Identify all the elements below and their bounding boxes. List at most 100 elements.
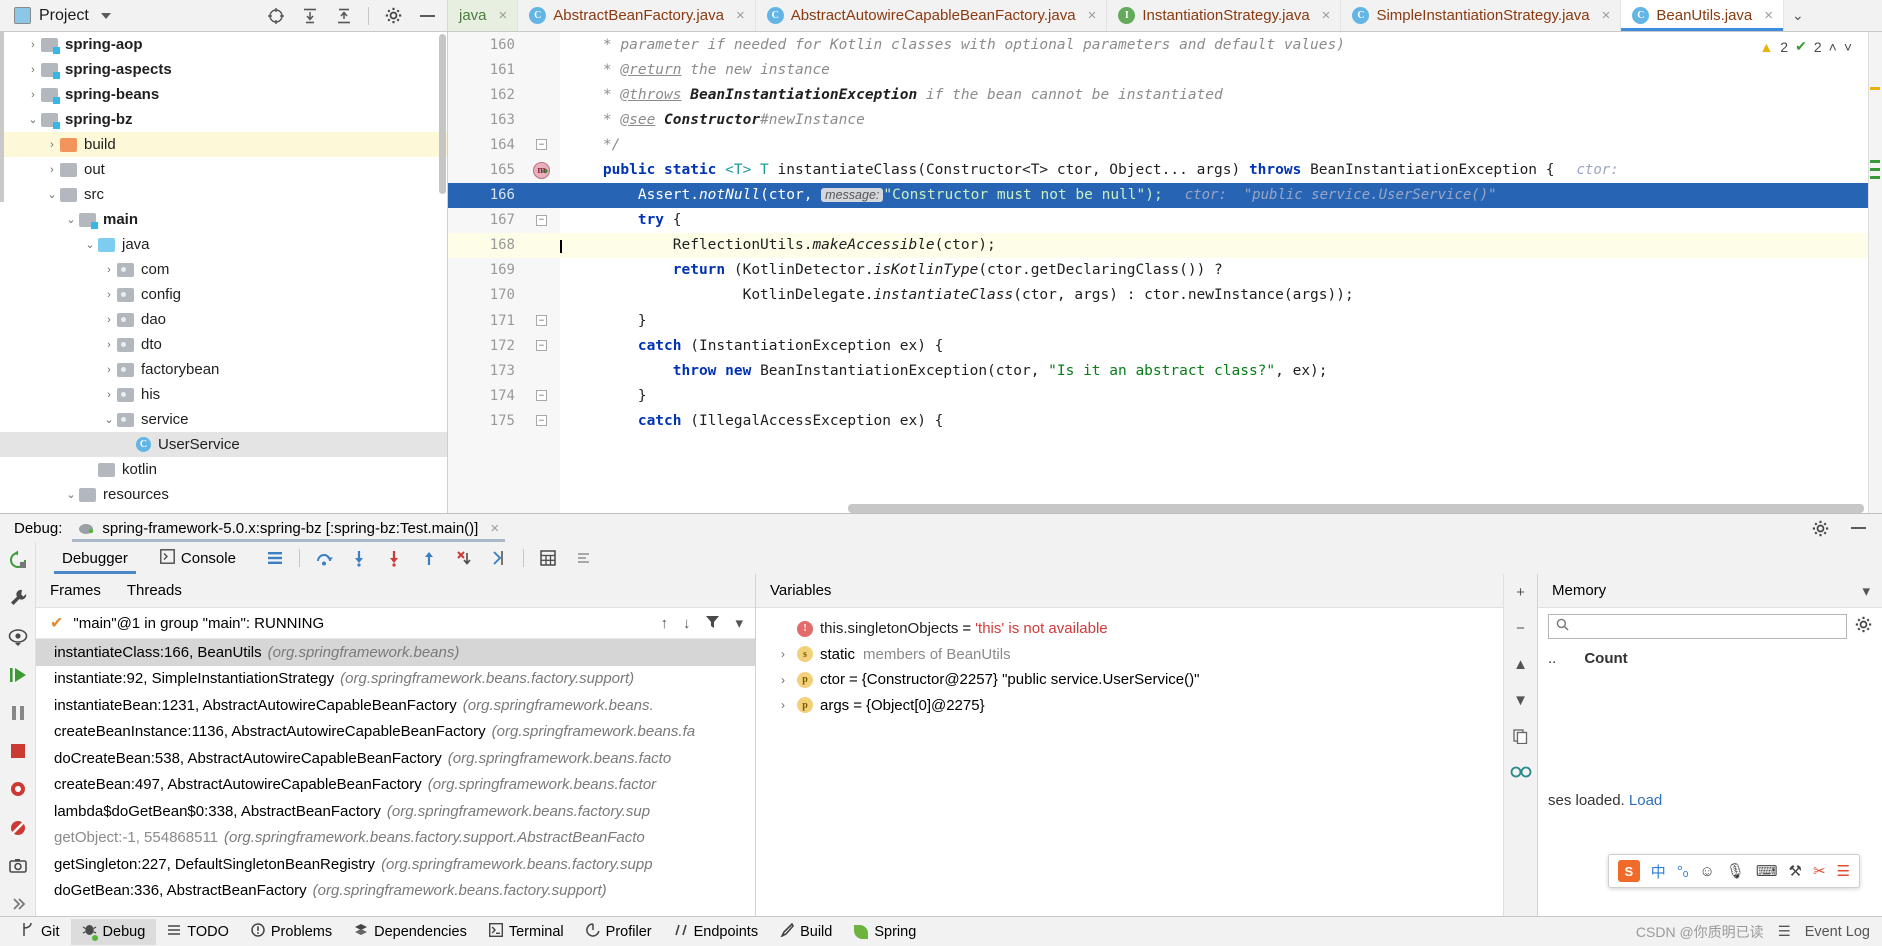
minimize-icon[interactable] — [1848, 518, 1868, 538]
locate-icon[interactable] — [266, 6, 286, 26]
drop-frame-icon[interactable] — [453, 547, 475, 569]
expand-all-icon[interactable] — [300, 6, 320, 26]
statusbar-item-endpoints[interactable]: Endpoints — [663, 919, 770, 945]
settings-gear-icon[interactable] — [1810, 518, 1830, 538]
gutter-marker[interactable]: − — [523, 340, 560, 352]
chevron-right-icon[interactable]: › — [101, 389, 117, 401]
fold-marker-icon[interactable]: − — [536, 214, 547, 226]
tab-console[interactable]: Console — [144, 542, 252, 574]
editor-tab-abstractbeanfactory[interactable]: C AbstractBeanFactory.java × — [518, 0, 756, 31]
sogou-ime-logo-icon[interactable]: S — [1617, 860, 1640, 882]
code-line[interactable]: 173 throw new BeanInstantiationException… — [448, 358, 1882, 383]
ime-chinese-mode-icon[interactable]: 中 — [1651, 861, 1666, 882]
ime-emoji-icon[interactable]: ☺ — [1699, 863, 1714, 880]
arrow-up-icon[interactable]: ↑ — [660, 615, 668, 632]
code-line[interactable]: 167 − try { — [448, 208, 1882, 233]
code-line[interactable]: 161 * @return the new instance — [448, 57, 1882, 82]
code-line[interactable]: 169 return (KotlinDetector.isKotlinType(… — [448, 258, 1882, 283]
tree-item-main[interactable]: ⌄ main — [0, 207, 447, 232]
statusbar-item-git[interactable]: Git — [10, 919, 71, 945]
chevron-down-icon[interactable]: ⌄ — [63, 488, 79, 501]
close-icon[interactable]: × — [1764, 7, 1773, 24]
statusbar-item-terminal[interactable]: Terminal — [478, 919, 575, 945]
memory-load-link[interactable]: Load — [1629, 792, 1662, 809]
gutter-marker[interactable]: − — [523, 415, 560, 427]
frame-row[interactable]: instantiateBean:1231, AbstractAutowireCa… — [36, 692, 755, 719]
chevron-right-icon[interactable]: › — [25, 64, 41, 76]
step-over-icon[interactable] — [313, 547, 335, 569]
dropdown-icon[interactable]: ▾ — [735, 614, 743, 632]
expand-rail-icon[interactable] — [5, 892, 31, 916]
frame-row[interactable]: doCreateBean:538, AbstractAutowireCapabl… — [36, 745, 755, 772]
frame-row[interactable]: createBean:497, AbstractAutowireCapableB… — [36, 772, 755, 799]
camera-icon[interactable] — [5, 777, 31, 801]
tree-item-spring-beans[interactable]: › spring-beans — [0, 82, 447, 107]
step-out-icon[interactable] — [418, 547, 440, 569]
force-step-into-icon[interactable] — [383, 547, 405, 569]
chevron-down-icon[interactable]: ⌄ — [101, 413, 117, 426]
stop-icon[interactable] — [5, 739, 31, 763]
chevron-right-icon[interactable]: › — [44, 164, 60, 176]
search-input[interactable] — [1548, 613, 1847, 639]
frame-row[interactable]: createBeanInstance:1136, AbstractAutowir… — [36, 719, 755, 746]
collapse-all-icon[interactable] — [334, 6, 354, 26]
fold-marker-icon[interactable]: − — [536, 415, 547, 427]
screenshot-icon[interactable] — [5, 854, 31, 878]
code-line[interactable]: 162 * @throws BeanInstantiationException… — [448, 82, 1882, 107]
expand-chevron-icon[interactable]: › — [776, 673, 790, 687]
chevron-right-icon[interactable]: › — [44, 139, 60, 151]
code-line[interactable]: 160 * parameter if needed for Kotlin cla… — [448, 32, 1882, 57]
view-breakpoints-icon[interactable] — [5, 624, 31, 648]
chevron-down-icon[interactable]: ⌄ — [44, 188, 60, 201]
frames-list[interactable]: instantiateClass:166, BeanUtils (org.spri… — [36, 639, 755, 916]
tree-item-com[interactable]: › com — [0, 257, 447, 282]
tree-item-factorybean[interactable]: › factorybean — [0, 357, 447, 382]
layout-icon[interactable] — [264, 547, 286, 569]
editor-horizontal-scrollbar[interactable] — [848, 504, 1864, 513]
chevron-right-icon[interactable]: › — [101, 264, 117, 276]
statusbar-item-problems[interactable]: Problems — [240, 919, 343, 945]
gutter-marker[interactable]: − — [523, 315, 560, 327]
event-log-icon[interactable]: ☰ — [1778, 924, 1791, 940]
editor-tab-beanutils[interactable]: C BeanUtils.java × — [1621, 0, 1785, 31]
scroll-up-icon[interactable]: ▲ — [1509, 652, 1533, 676]
tree-item-config[interactable]: › config — [0, 282, 447, 307]
fold-marker-icon[interactable]: − — [536, 315, 547, 327]
tree-item-build[interactable]: › build — [0, 132, 447, 157]
tab-debugger[interactable]: Debugger — [46, 542, 144, 574]
tree-scrollbar[interactable] — [439, 34, 446, 194]
mute-breakpoints-icon[interactable] — [572, 547, 594, 569]
run-to-cursor-icon[interactable] — [488, 547, 510, 569]
prev-problem-icon[interactable]: ˄ — [1829, 39, 1837, 55]
tree-item-spring-bz[interactable]: ⌄ spring-bz — [0, 107, 447, 132]
fold-marker-icon[interactable]: − — [536, 390, 547, 402]
statusbar-item-todo[interactable]: TODO — [156, 919, 240, 945]
tree-item-java[interactable]: ⌄ java — [0, 232, 447, 257]
step-into-icon[interactable] — [348, 547, 370, 569]
code-line[interactable]: 168 ReflectionUtils.makeAccessible(ctor)… — [448, 232, 1882, 258]
next-problem-icon[interactable]: ˅ — [1844, 39, 1852, 55]
gutter-marker[interactable]: − — [523, 390, 560, 402]
frame-row[interactable]: getObject:-1, 554868511 (org.springframew… — [36, 825, 755, 852]
tree-left-scrollbar[interactable] — [0, 32, 4, 202]
settings-gear-icon[interactable] — [383, 6, 403, 26]
wrench-settings-icon[interactable] — [5, 586, 31, 610]
tree-item-dto[interactable]: › dto — [0, 332, 447, 357]
chevron-right-icon[interactable]: › — [101, 289, 117, 301]
marker-change[interactable] — [1870, 176, 1880, 179]
variable-row[interactable]: › s static members of BeanUtils — [756, 642, 1503, 668]
copy-icon[interactable] — [1509, 724, 1533, 748]
close-icon[interactable]: × — [499, 7, 508, 24]
editor-tab-simpleinstantiationstrategy[interactable]: C SimpleInstantiationStrategy.java × — [1341, 0, 1622, 31]
tree-item-kotlin[interactable]: › kotlin — [0, 457, 447, 482]
statusbar-item-profiler[interactable]: Profiler — [575, 919, 663, 945]
tree-item-spring-aop[interactable]: › spring-aop — [0, 32, 447, 57]
code-line[interactable]: 172 − catch (InstantiationException ex) { — [448, 333, 1882, 358]
frame-row[interactable]: instantiateClass:166, BeanUtils (org.spri… — [36, 639, 755, 666]
code-line[interactable]: 164 − */ — [448, 132, 1882, 157]
ime-keyboard-icon[interactable]: ⌨ — [1756, 862, 1778, 880]
ime-scissors-icon[interactable]: ✂ — [1813, 862, 1826, 880]
editor-marker-bar[interactable] — [1868, 32, 1882, 513]
code-line[interactable]: 171 − } — [448, 308, 1882, 333]
code-line[interactable]: 175 − catch (IllegalAccessException ex) { — [448, 408, 1882, 433]
